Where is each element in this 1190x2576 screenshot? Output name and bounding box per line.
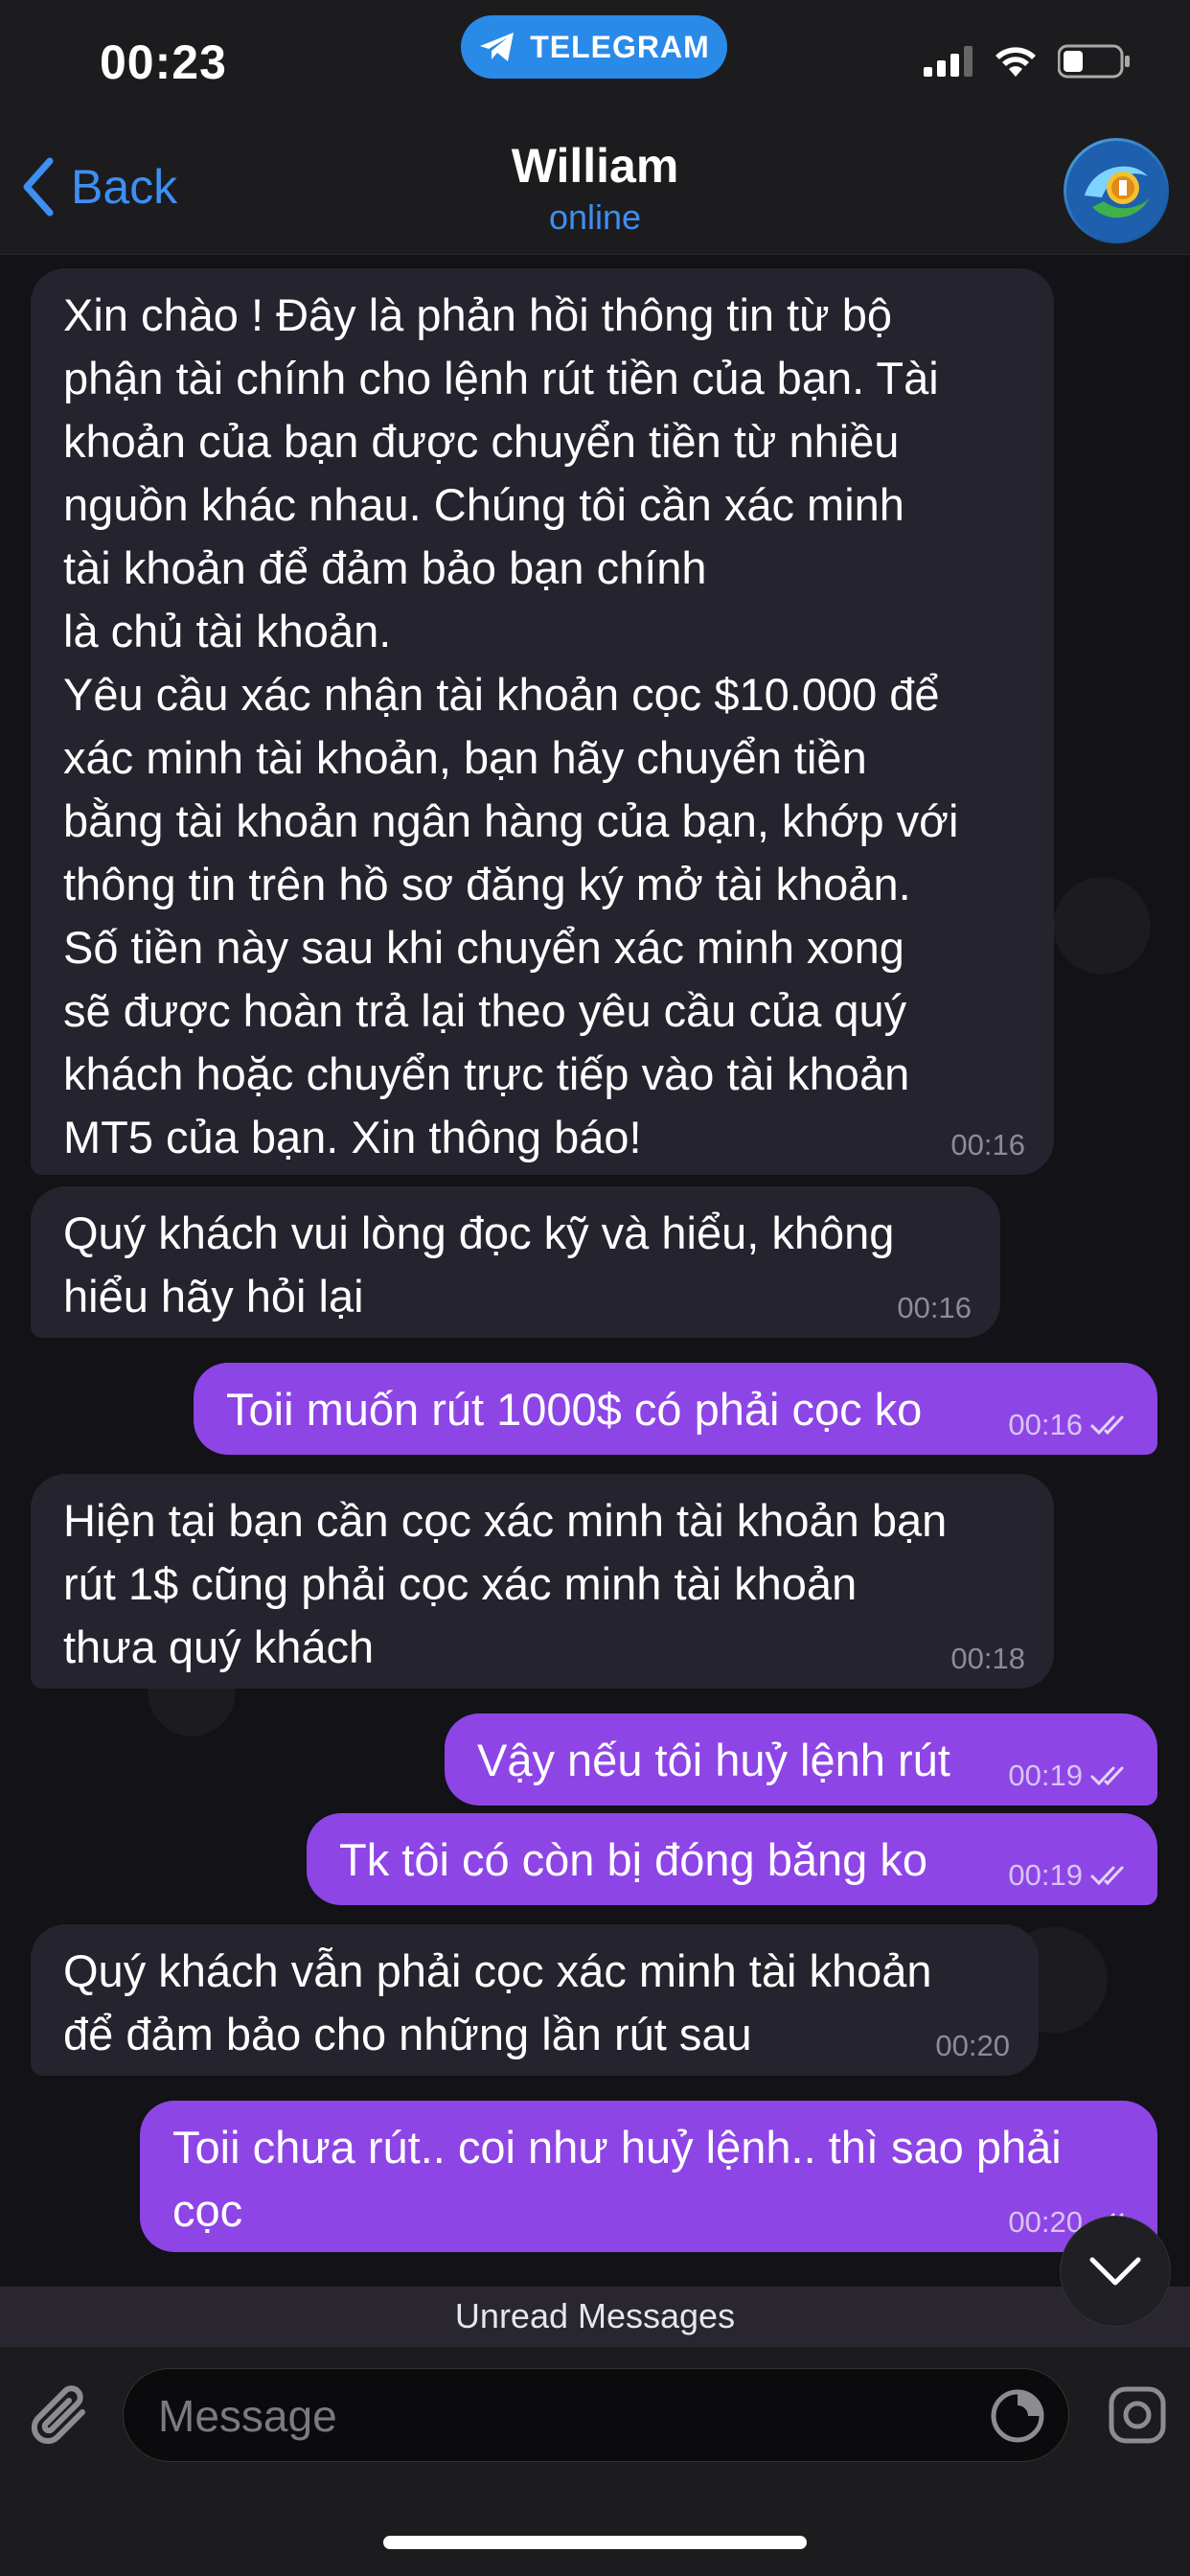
home-indicator bbox=[383, 2536, 807, 2549]
message-bubble-outgoing[interactable]: Toii chưa rút.. coi như huỷ lệnh.. thì s… bbox=[140, 2101, 1157, 2252]
message-meta: 00:20 bbox=[935, 2030, 1010, 2062]
double-check-icon bbox=[1090, 1415, 1124, 1436]
message-bubble-incoming[interactable]: Hiện tại bạn cần cọc xác minh tài khoản … bbox=[31, 1474, 1054, 1689]
chat-header: Back William online bbox=[0, 125, 1190, 255]
signal-icon bbox=[924, 46, 973, 77]
telegram-pill[interactable]: TELEGRAM bbox=[461, 15, 727, 79]
message-text: Vậy nếu tôi huỷ lệnh rút bbox=[477, 1735, 950, 1785]
double-check-icon bbox=[1090, 1766, 1124, 1786]
contact-status: online bbox=[548, 197, 642, 237]
message-time: 00:16 bbox=[950, 1128, 1025, 1162]
unread-messages-banner: Unread Messages bbox=[0, 2287, 1190, 2346]
message-time: 00:20 bbox=[935, 2029, 1010, 2062]
message-list[interactable]: Xin chào ! Đây là phản hồi thông tin từ … bbox=[0, 255, 1190, 2287]
message-text: Tk tôi có còn bị đóng băng ko bbox=[339, 1834, 928, 1885]
message-text: Quý khách vẫn phải cọc xác minh tài khoả… bbox=[63, 1945, 932, 2059]
message-bubble-outgoing[interactable]: Vậy nếu tôi huỷ lệnh rút 00:19 bbox=[445, 1714, 1157, 1806]
paperclip-icon bbox=[31, 2385, 85, 2445]
avatar[interactable] bbox=[1064, 138, 1169, 243]
double-check-icon bbox=[1090, 1866, 1124, 1886]
sticker-icon bbox=[991, 2389, 1044, 2443]
message-bubble-incoming[interactable]: Xin chào ! Đây là phản hồi thông tin từ … bbox=[31, 268, 1054, 1175]
unread-messages-label: Unread Messages bbox=[454, 2296, 736, 2335]
message-input[interactable] bbox=[158, 2382, 963, 2450]
paper-plane-icon bbox=[480, 33, 515, 61]
message-meta: 00:16 bbox=[897, 1292, 972, 1324]
mt5-logo-icon bbox=[1066, 141, 1166, 241]
telegram-chat-screen: 00:23 TELEGRAM Back William online Xin c… bbox=[0, 0, 1190, 2576]
scroll-down-button[interactable] bbox=[1060, 2216, 1171, 2327]
telegram-pill-label: TELEGRAM bbox=[530, 29, 710, 64]
message-text: Toii muốn rút 1000$ có phải cọc ko bbox=[226, 1384, 923, 1435]
status-bar: 00:23 TELEGRAM bbox=[0, 0, 1190, 125]
status-time: 00:23 bbox=[100, 35, 227, 89]
message-meta: 00:16 bbox=[950, 1129, 1025, 1162]
message-text: Hiện tại bạn cần cọc xác minh tài khoản … bbox=[63, 1495, 948, 1672]
message-time: 00:16 bbox=[1008, 1408, 1083, 1441]
message-bubble-incoming[interactable]: Quý khách vẫn phải cọc xác minh tài khoả… bbox=[31, 1924, 1039, 2076]
chevron-down-icon bbox=[1089, 2257, 1141, 2286]
message-meta: 00:19 bbox=[1008, 1760, 1129, 1792]
message-bubble-outgoing[interactable]: Toii muốn rút 1000$ có phải cọc ko 00:16 bbox=[194, 1363, 1157, 1455]
message-text: Toii chưa rút.. coi như huỷ lệnh.. thì s… bbox=[172, 2122, 1062, 2236]
instagram-camera-icon bbox=[1109, 2386, 1166, 2444]
message-time: 00:18 bbox=[950, 1642, 1025, 1675]
attach-button[interactable] bbox=[29, 2381, 96, 2459]
message-time: 00:19 bbox=[1008, 1759, 1083, 1792]
camera-button[interactable] bbox=[1108, 2385, 1167, 2450]
message-text: Xin chào ! Đây là phản hồi thông tin từ … bbox=[63, 289, 959, 1162]
message-time: 00:20 bbox=[1008, 2205, 1083, 2239]
message-time: 00:19 bbox=[1008, 1858, 1083, 1892]
contact-name: William bbox=[511, 139, 679, 193]
message-meta: 00:18 bbox=[950, 1643, 1025, 1675]
status-icons bbox=[924, 44, 1131, 79]
message-time: 00:16 bbox=[897, 1291, 972, 1324]
message-field[interactable] bbox=[123, 2368, 1069, 2462]
sticker-button[interactable] bbox=[990, 2388, 1045, 2449]
message-meta: 00:16 bbox=[1008, 1409, 1129, 1441]
battery-icon bbox=[1058, 44, 1130, 79]
message-text: Quý khách vui lòng đọc kỹ và hiểu, không… bbox=[63, 1208, 895, 1322]
message-bubble-incoming[interactable]: Quý khách vui lòng đọc kỹ và hiểu, không… bbox=[31, 1186, 1000, 1338]
message-bubble-outgoing[interactable]: Tk tôi có còn bị đóng băng ko 00:19 bbox=[307, 1813, 1157, 1905]
wifi-icon bbox=[995, 47, 1036, 77]
message-meta: 00:19 bbox=[1008, 1859, 1129, 1892]
contact-info[interactable]: William online bbox=[0, 138, 1190, 238]
